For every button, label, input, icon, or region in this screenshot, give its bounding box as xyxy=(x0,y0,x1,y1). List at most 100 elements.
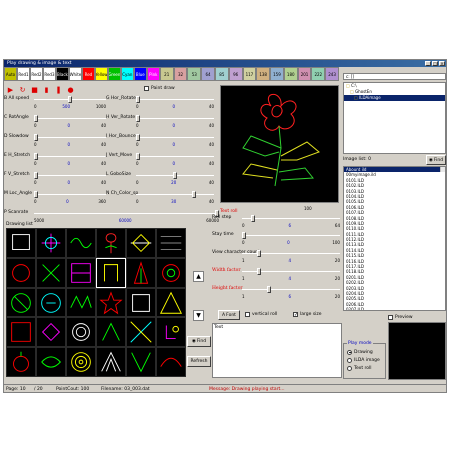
tree-item[interactable]: □ ILDAimage xyxy=(344,95,445,101)
font-button[interactable]: A Font xyxy=(218,310,240,320)
play-icon[interactable]: ▶ xyxy=(6,85,15,94)
drawing-thumbnail[interactable] xyxy=(126,287,156,318)
color-swatch[interactable]: 138 xyxy=(256,67,271,81)
color-swatch[interactable]: 201 xyxy=(297,67,312,81)
drawing-thumbnail[interactable] xyxy=(156,347,186,377)
pause-icon[interactable]: ❚ xyxy=(54,85,63,94)
vertical-roll-checkbox[interactable]: vertical roll xyxy=(245,312,277,317)
drawing-thumbnail[interactable] xyxy=(6,287,36,318)
checkbox-box[interactable] xyxy=(293,312,298,317)
drawing-thumbnail[interactable] xyxy=(156,287,186,318)
radio-button[interactable] xyxy=(347,357,352,363)
slider-thumb[interactable] xyxy=(34,153,38,160)
radio-button[interactable] xyxy=(347,349,352,355)
slider-thumb[interactable] xyxy=(68,96,72,103)
directory-tree[interactable]: □ C:\ □ GhostEn □ ILDAimage xyxy=(343,82,446,154)
play-mode-option[interactable]: ILDA image xyxy=(344,356,385,364)
drawing-thumbnail[interactable] xyxy=(36,317,66,348)
slider[interactable] xyxy=(34,191,106,198)
slider[interactable] xyxy=(242,250,340,257)
preview-checkbox[interactable]: Preview xyxy=(388,315,413,320)
slider[interactable] xyxy=(34,96,106,103)
drawing-thumbnail[interactable] xyxy=(66,228,96,258)
drawing-thumbnail[interactable] xyxy=(36,257,66,288)
close-button[interactable]: × xyxy=(439,61,445,66)
color-swatch[interactable]: Pink xyxy=(146,67,160,81)
slider-thumb[interactable] xyxy=(136,96,140,103)
color-swatch[interactable]: 243 xyxy=(325,67,339,81)
slider[interactable] xyxy=(242,232,340,239)
loop-icon[interactable]: ↻ xyxy=(18,85,27,94)
drawing-thumbnail[interactable] xyxy=(156,317,186,348)
drawing-thumbnail[interactable] xyxy=(96,257,126,288)
text-input[interactable]: Text xyxy=(212,323,342,378)
color-swatch[interactable]: Yellow xyxy=(94,67,108,81)
slider[interactable] xyxy=(242,286,340,293)
slider-thumb[interactable] xyxy=(136,153,140,160)
scroll-down-button[interactable]: ▼ xyxy=(193,310,204,321)
checkbox-box[interactable] xyxy=(245,312,250,317)
color-swatch[interactable]: 159 xyxy=(270,67,284,81)
slider-thumb[interactable] xyxy=(266,286,271,293)
large-size-checkbox[interactable]: large size xyxy=(293,312,322,317)
slider-thumb[interactable] xyxy=(136,134,140,141)
drawing-thumbnail[interactable] xyxy=(156,228,186,258)
scrollbar[interactable] xyxy=(440,167,445,173)
slider-thumb[interactable] xyxy=(173,172,177,179)
slider[interactable] xyxy=(34,134,106,141)
record-icon[interactable]: ● xyxy=(66,85,75,94)
color-swatch[interactable]: Red2 xyxy=(29,67,43,81)
radio-button[interactable] xyxy=(347,365,352,371)
color-swatch[interactable]: 222 xyxy=(311,67,326,81)
slider-thumb[interactable] xyxy=(136,115,140,122)
image-file-list[interactable]: Abount ild 00myimage.ild 0101.ILD 0102.ILD 0… xyxy=(343,166,446,311)
slider-thumb[interactable] xyxy=(34,134,38,141)
slider[interactable] xyxy=(136,115,214,122)
drive-select[interactable]: c: [] xyxy=(343,73,446,80)
color-swatch[interactable]: Auto xyxy=(4,67,17,81)
slider[interactable] xyxy=(136,96,214,103)
drawing-thumbnail[interactable] xyxy=(96,287,126,318)
drawing-thumbnail[interactable] xyxy=(96,317,126,348)
slider[interactable] xyxy=(34,210,219,217)
file-item[interactable]: 0207.ILD xyxy=(344,307,445,310)
color-swatch[interactable]: 85 xyxy=(214,67,229,81)
color-swatch[interactable]: 21 xyxy=(159,67,174,81)
slider-thumb[interactable] xyxy=(242,232,246,239)
color-swatch[interactable]: 117 xyxy=(242,67,257,81)
drawing-thumbnail[interactable] xyxy=(6,257,36,288)
color-swatch[interactable]: Blue xyxy=(133,67,147,81)
drawing-thumbnail[interactable] xyxy=(156,257,186,288)
paint-draw-checkbox[interactable]: Paint draw xyxy=(144,86,175,91)
slider[interactable] xyxy=(136,191,214,198)
drawing-thumbnail[interactable] xyxy=(126,257,156,288)
color-swatch[interactable]: Black xyxy=(55,67,69,81)
maximize-button[interactable]: □ xyxy=(432,61,438,66)
slider-thumb[interactable] xyxy=(34,115,38,122)
slider-thumb[interactable] xyxy=(191,191,196,198)
checkbox-box[interactable] xyxy=(388,315,393,320)
drawing-thumbnail[interactable] xyxy=(126,228,156,258)
scroll-up-button[interactable]: ▲ xyxy=(193,271,204,282)
drawing-thumbnail[interactable] xyxy=(36,228,66,258)
slider[interactable] xyxy=(242,268,340,275)
drawing-thumbnail[interactable] xyxy=(96,347,126,377)
drawing-thumbnail[interactable] xyxy=(6,228,36,258)
stop-icon[interactable]: ■ xyxy=(30,85,39,94)
step-icon[interactable]: ▮ xyxy=(42,85,51,94)
slider-thumb[interactable] xyxy=(34,172,38,179)
slider[interactable] xyxy=(34,153,106,160)
color-swatch[interactable]: Red3 xyxy=(42,67,56,81)
play-mode-option[interactable]: Text roll xyxy=(344,364,385,372)
color-swatch[interactable]: Red1 xyxy=(16,67,30,81)
drawing-thumbnail[interactable] xyxy=(36,287,66,318)
drawing-thumbnail[interactable] xyxy=(66,347,96,377)
color-swatch[interactable]: 32 xyxy=(173,67,188,81)
drawing-thumbnail[interactable] xyxy=(36,347,66,377)
minimize-button[interactable]: _ xyxy=(425,61,431,66)
drawing-thumbnail[interactable] xyxy=(6,317,36,348)
slider[interactable] xyxy=(136,134,214,141)
drawing-thumbnail[interactable] xyxy=(126,347,156,377)
slider-thumb[interactable] xyxy=(256,250,261,257)
color-swatch[interactable]: 96 xyxy=(228,67,243,81)
